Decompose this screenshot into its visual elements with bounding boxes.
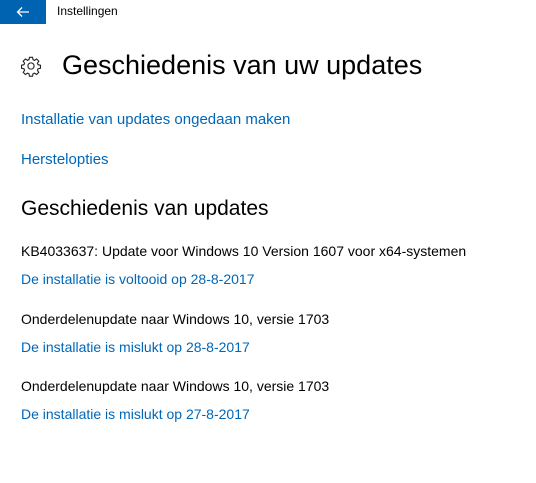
update-entry-status-link[interactable]: De installatie is voltooid op 28-8-2017 — [21, 270, 254, 288]
update-entry-status-link[interactable]: De installatie is mislukt op 28-8-2017 — [21, 338, 250, 356]
update-entry-status-link[interactable]: De installatie is mislukt op 27-8-2017 — [21, 405, 250, 423]
gear-icon — [20, 55, 42, 77]
update-entry-name: Onderdelenupdate naar Windows 10, versie… — [21, 311, 330, 327]
history-heading: Geschiedenis van updates — [21, 197, 269, 220]
arrow-left-icon — [16, 6, 30, 18]
page-title: Geschiedenis van uw updates — [62, 50, 423, 80]
recovery-options-link[interactable]: Herstelopties — [21, 150, 109, 170]
back-button[interactable] — [0, 0, 46, 24]
uninstall-updates-link[interactable]: Installatie van updates ongedaan maken — [21, 110, 290, 130]
update-entry-name: Onderdelenupdate naar Windows 10, versie… — [21, 378, 330, 394]
update-entry-name: KB4033637: Update voor Windows 10 Versio… — [21, 243, 467, 259]
title-bar: Instellingen — [0, 0, 536, 24]
app-title: Instellingen — [57, 4, 118, 18]
